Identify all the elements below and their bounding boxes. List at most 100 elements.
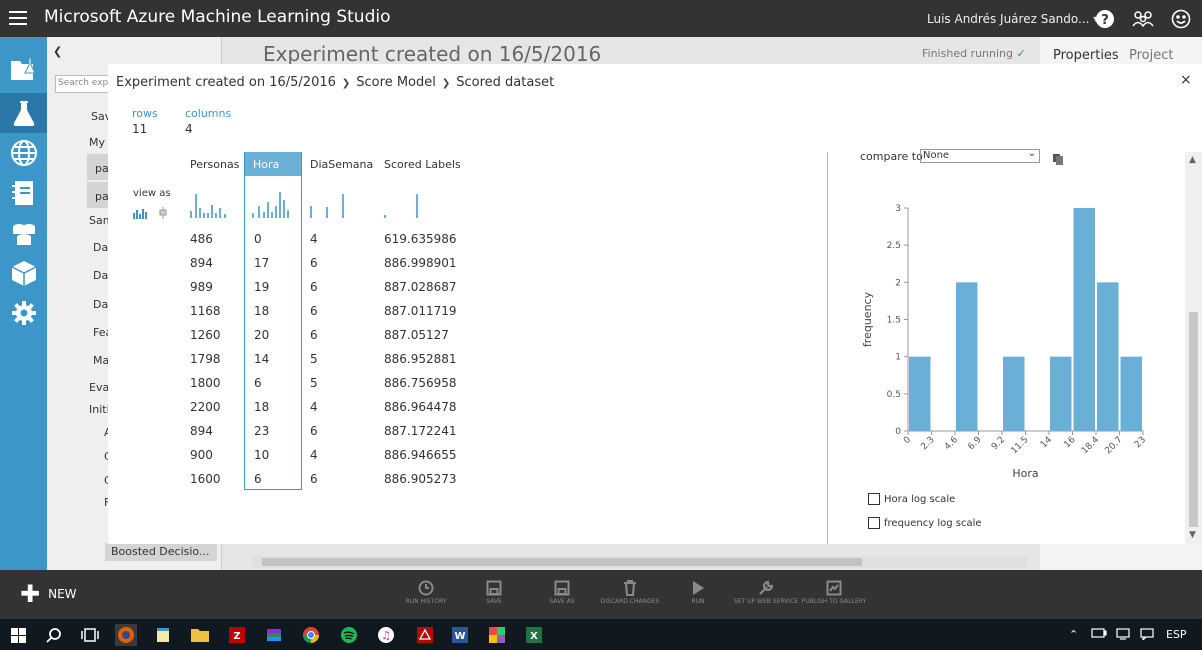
table-cell[interactable]: 886.905273	[384, 472, 457, 486]
datasets-icon[interactable]	[0, 213, 47, 253]
search-icon[interactable]	[43, 624, 65, 646]
histogram-bar[interactable]	[1120, 356, 1143, 431]
table-cell[interactable]: 886.998901	[384, 256, 457, 270]
multicolor-app-icon[interactable]	[486, 624, 508, 646]
tree-item[interactable]: Initi	[89, 403, 110, 416]
table-cell[interactable]: 20	[254, 328, 269, 342]
word-icon[interactable]: W	[449, 624, 471, 646]
checkbox-box[interactable]	[868, 493, 880, 505]
tree-item[interactable]: Da	[93, 298, 108, 311]
column-header[interactable]: Personas	[190, 158, 239, 171]
column-sparkline-hora[interactable]	[252, 190, 290, 218]
set-up-web-service-button[interactable]: SET UP WEB SERVICE	[731, 578, 801, 605]
experiments-icon[interactable]	[0, 93, 47, 133]
battery-icon[interactable]	[1091, 628, 1107, 641]
table-cell[interactable]: 619.635986	[384, 232, 457, 246]
community-icon[interactable]	[1132, 8, 1154, 30]
column-sparkline-diasemana[interactable]	[310, 190, 348, 218]
table-cell[interactable]: 486	[190, 232, 213, 246]
boxplot-view-icon[interactable]	[159, 204, 167, 223]
table-cell[interactable]: 6	[310, 472, 318, 486]
notifications-icon[interactable]	[1140, 628, 1154, 643]
table-cell[interactable]: 886.756958	[384, 376, 457, 390]
table-cell[interactable]: 5	[310, 376, 318, 390]
firefox-icon[interactable]	[115, 624, 137, 646]
table-cell[interactable]: 887.028687	[384, 280, 457, 294]
table-cell[interactable]: 17	[254, 256, 269, 270]
table-cell[interactable]: 887.172241	[384, 424, 457, 438]
scrollbar-thumb[interactable]	[262, 558, 862, 566]
scroll-down-icon[interactable]: ▼	[1189, 530, 1196, 540]
column-header[interactable]: DiaSemana	[310, 158, 373, 171]
trained-models-icon[interactable]	[0, 253, 47, 293]
histogram-bar[interactable]	[1073, 208, 1096, 431]
table-cell[interactable]: 886.964478	[384, 400, 457, 414]
column-sparkline-personas[interactable]	[190, 190, 228, 218]
file-explorer-icon[interactable]	[189, 624, 211, 646]
network-icon[interactable]	[1116, 628, 1130, 643]
histogram-bar[interactable]	[909, 356, 931, 431]
column-header[interactable]: Scored Labels	[384, 158, 461, 171]
table-cell[interactable]: 989	[190, 280, 213, 294]
table-cell[interactable]: 1798	[190, 352, 221, 366]
frequency-log-scale-checkbox[interactable]: frequency log scale	[868, 517, 982, 529]
tab-project[interactable]: Project	[1129, 48, 1173, 63]
publish-to-gallery-button[interactable]: PUBLISH TO GALLERY	[799, 578, 869, 605]
table-cell[interactable]: 1168	[190, 304, 221, 318]
help-icon[interactable]: ?	[1094, 8, 1116, 30]
column-sparkline-scored-labels[interactable]	[384, 190, 422, 218]
table-cell[interactable]: 23	[254, 424, 269, 438]
module-label[interactable]: Boosted Decisio...	[105, 543, 217, 561]
collapse-arrow-icon[interactable]: ❮	[53, 45, 62, 58]
table-cell[interactable]: 5	[310, 352, 318, 366]
settings-gear-icon[interactable]	[0, 293, 47, 333]
table-cell[interactable]: 6	[310, 424, 318, 438]
acrobat-icon[interactable]	[414, 624, 436, 646]
save-as-button[interactable]: SAVE AS	[527, 578, 597, 605]
table-cell[interactable]: 886.946655	[384, 448, 457, 462]
language-indicator[interactable]: ESP	[1166, 628, 1187, 641]
table-cell[interactable]: 6	[310, 280, 318, 294]
table-cell[interactable]: 6	[254, 376, 262, 390]
table-cell[interactable]: 4	[310, 232, 318, 246]
hora-log-scale-checkbox[interactable]: Hora log scale	[868, 493, 955, 505]
table-cell[interactable]: 6	[310, 328, 318, 342]
notepad-icon[interactable]	[152, 624, 174, 646]
run-history-button[interactable]: RUN HISTORY	[391, 578, 461, 605]
scroll-up-icon[interactable]: ▲	[1189, 155, 1196, 165]
spotify-icon[interactable]	[338, 624, 360, 646]
checkbox-box[interactable]	[868, 517, 880, 529]
feedback-smiley-icon[interactable]	[1170, 8, 1192, 30]
histogram-view-icon[interactable]	[133, 204, 149, 223]
search-input[interactable]: Search exp	[55, 75, 115, 93]
table-cell[interactable]: 14	[254, 352, 269, 366]
chrome-icon[interactable]	[300, 624, 322, 646]
windows-start-icon[interactable]	[7, 624, 29, 646]
task-view-icon[interactable]	[79, 624, 101, 646]
table-cell[interactable]: 894	[190, 256, 213, 270]
close-icon[interactable]: ×	[1180, 72, 1192, 88]
table-cell[interactable]: 886.952881	[384, 352, 457, 366]
histogram-bar[interactable]	[1050, 356, 1072, 431]
table-cell[interactable]: 894	[190, 424, 213, 438]
tree-item[interactable]: Eva	[89, 381, 109, 394]
tree-item[interactable]: Da	[93, 241, 108, 254]
table-cell[interactable]: 887.011719	[384, 304, 457, 318]
table-cell[interactable]: 1260	[190, 328, 221, 342]
save-button[interactable]: SAVE	[459, 578, 529, 605]
tree-item[interactable]: Ma	[93, 354, 109, 367]
discard-changes-button[interactable]: DISCARD CHANGES	[595, 578, 665, 605]
table-cell[interactable]: 6	[310, 256, 318, 270]
tree-item[interactable]: My	[89, 136, 105, 149]
table-cell[interactable]: 4	[310, 400, 318, 414]
table-cell[interactable]: 6	[254, 472, 262, 486]
excel-icon[interactable]: X	[523, 624, 545, 646]
table-cell[interactable]: 887.05127	[384, 328, 449, 342]
web-services-icon[interactable]	[0, 133, 47, 173]
filezilla-icon[interactable]: Z	[226, 624, 248, 646]
hamburger-menu-icon[interactable]	[9, 11, 27, 26]
itunes-icon[interactable]: ♫	[375, 624, 397, 646]
tree-item[interactable]: Da	[93, 269, 108, 282]
winrar-icon[interactable]	[263, 624, 285, 646]
table-cell[interactable]: 2200	[190, 400, 221, 414]
